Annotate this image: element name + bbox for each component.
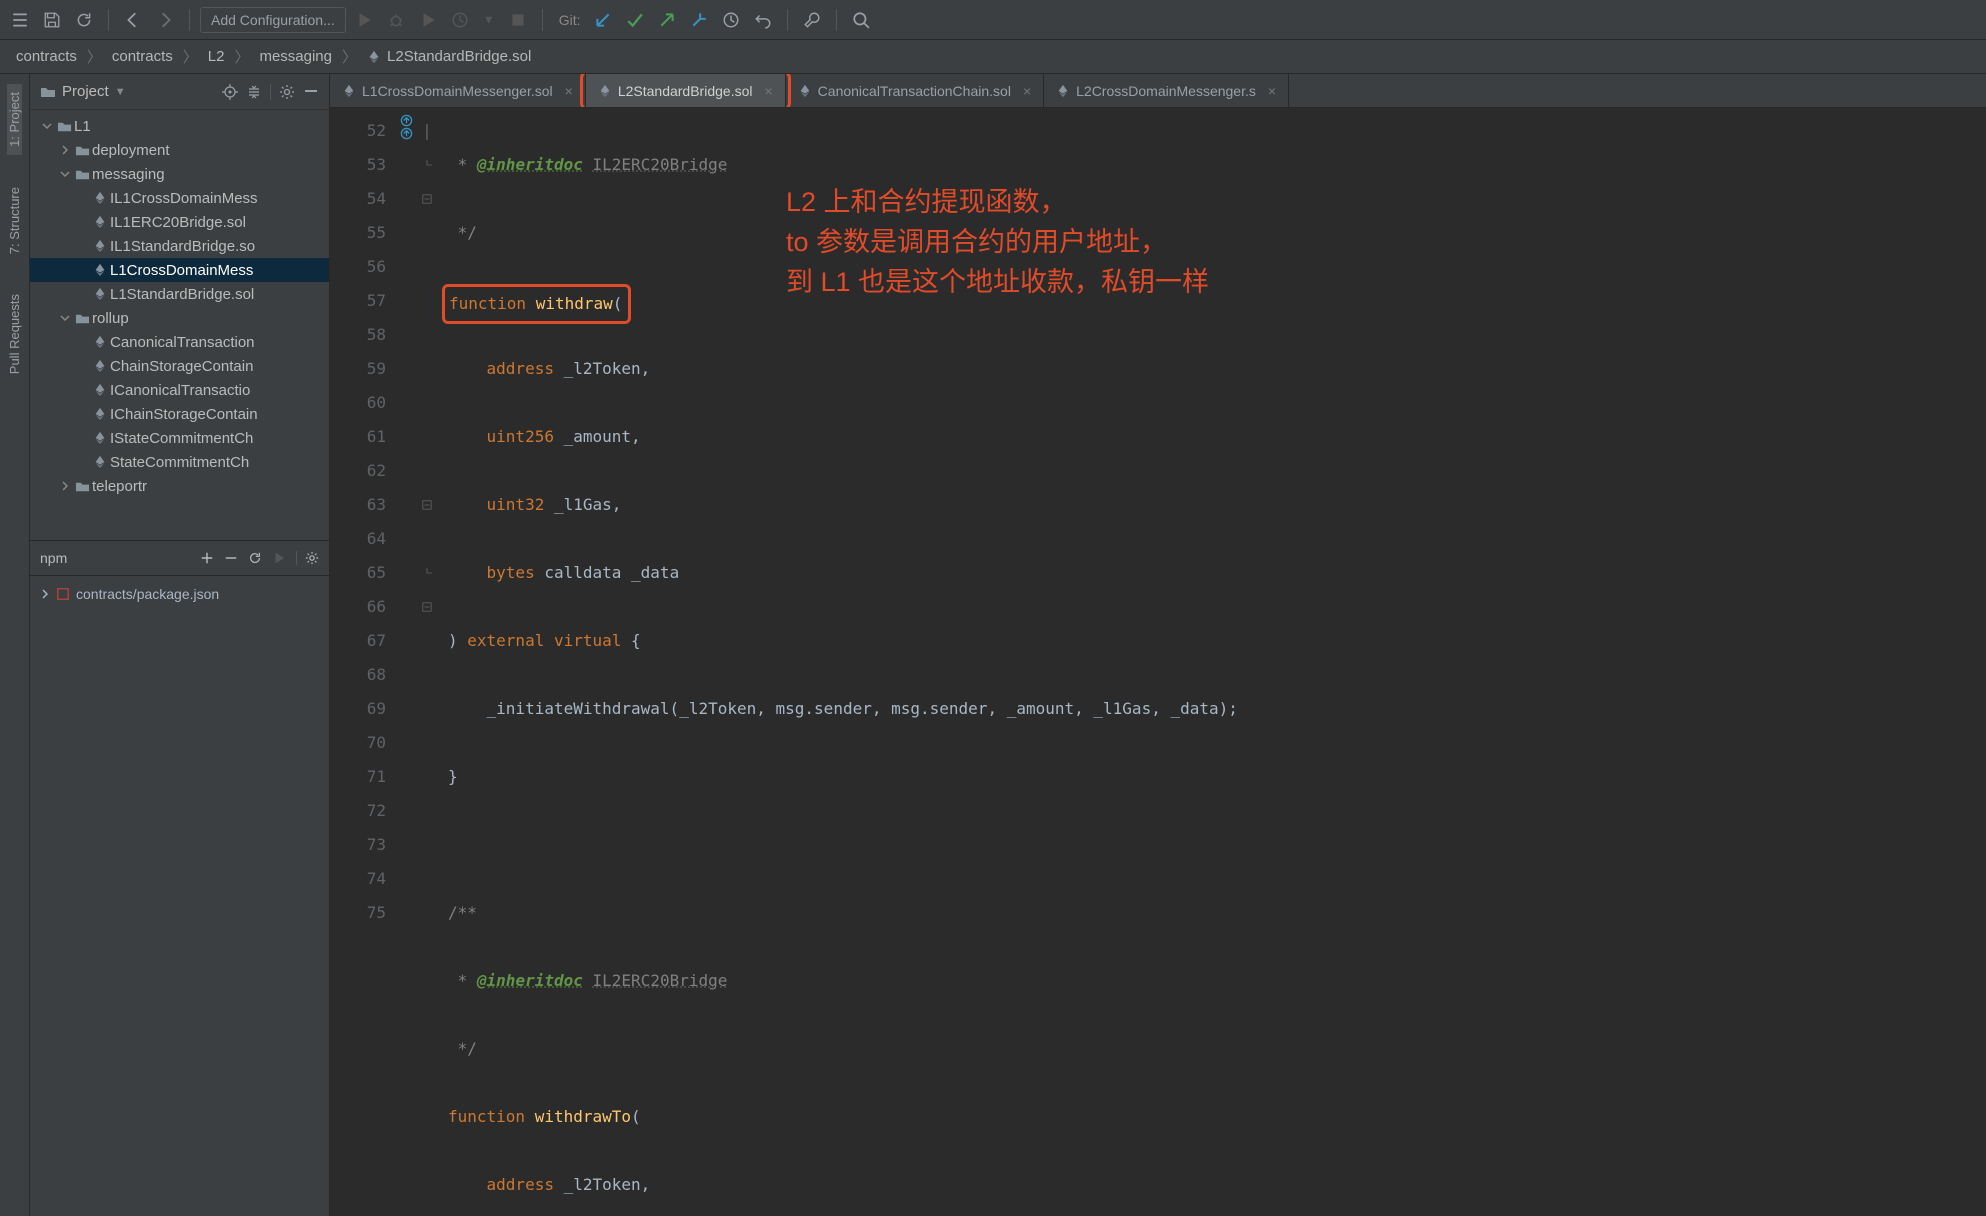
tree-item[interactable]: StateCommitmentCh <box>30 450 329 474</box>
tool-tab-structure[interactable]: 7: Structure <box>7 179 22 262</box>
stop-icon[interactable] <box>504 6 532 34</box>
nav-back-icon[interactable] <box>119 6 147 34</box>
breadcrumb: contracts〉 contracts〉 L2〉 messaging〉 L2S… <box>0 40 1986 74</box>
tool-tab-pull-requests[interactable]: Pull Requests <box>7 286 22 382</box>
git-update-icon[interactable] <box>589 6 617 34</box>
git-push-icon[interactable] <box>653 6 681 34</box>
left-tool-strip: 1: Project 7: Structure Pull Requests <box>0 74 30 1216</box>
refresh-icon[interactable] <box>70 6 98 34</box>
npm-run-icon[interactable] <box>272 551 286 565</box>
npm-remove-icon[interactable] <box>224 551 238 565</box>
git-label: Git: <box>559 12 581 28</box>
project-tree[interactable]: L1deploymentmessagingIL1CrossDomainMessI… <box>30 110 329 540</box>
npm-settings-icon[interactable] <box>296 551 319 565</box>
fold-gutter[interactable]: | <box>418 108 436 1216</box>
tree-item[interactable]: ChainStorageContain <box>30 354 329 378</box>
project-view-dropdown[interactable]: Project ▼ <box>40 83 126 100</box>
editor-tab[interactable]: CanonicalTransactionChain.sol× <box>786 74 1044 107</box>
debug-icon[interactable] <box>382 6 410 34</box>
run-dropdown-icon[interactable]: ▾ <box>478 6 500 34</box>
tree-item[interactable]: IL1ERC20Bridge.sol <box>30 210 329 234</box>
close-tab-icon[interactable]: × <box>764 83 772 99</box>
tree-item[interactable]: teleportr <box>30 474 329 498</box>
hide-panel-icon[interactable] <box>303 84 319 100</box>
collapse-all-icon[interactable] <box>246 84 262 100</box>
editor-tab[interactable]: L2StandardBridge.sol× <box>586 74 786 107</box>
tree-item[interactable]: messaging <box>30 162 329 186</box>
crumb[interactable]: L2 <box>208 48 225 65</box>
crumb[interactable]: contracts <box>16 48 77 65</box>
panel-settings-icon[interactable] <box>270 84 295 100</box>
editor-area: L1CrossDomainMessenger.sol×L2StandardBri… <box>330 74 1986 1216</box>
marker-gutter <box>400 108 418 1216</box>
close-tab-icon[interactable]: × <box>1268 83 1276 99</box>
tool-tab-project[interactable]: 1: Project <box>7 84 22 155</box>
editor-tab[interactable]: L1CrossDomainMessenger.sol× <box>330 74 586 107</box>
run-icon[interactable] <box>350 6 378 34</box>
crumb-file[interactable]: L2StandardBridge.sol <box>367 48 531 65</box>
crumb[interactable]: messaging <box>259 48 332 65</box>
close-tab-icon[interactable]: × <box>1023 83 1031 99</box>
tree-item[interactable]: deployment <box>30 138 329 162</box>
tree-item[interactable]: ICanonicalTransactio <box>30 378 329 402</box>
tree-item[interactable]: L1StandardBridge.sol <box>30 282 329 306</box>
tree-item[interactable]: rollup <box>30 306 329 330</box>
save-icon[interactable] <box>38 6 66 34</box>
tree-item[interactable]: IChainStorageContain <box>30 402 329 426</box>
git-history-icon[interactable] <box>717 6 745 34</box>
override-marker-icon[interactable] <box>400 114 413 127</box>
project-sidebar: Project ▼ L1deploymentmessagingIL1CrossD… <box>30 74 330 1216</box>
code-editor[interactable]: * @inheritdoc IL2ERC20Bridge */ function… <box>436 108 1986 1216</box>
main-toolbar: Add Configuration... ▾ Git: <box>0 0 1986 40</box>
settings-icon[interactable] <box>798 6 826 34</box>
nav-forward-icon[interactable] <box>151 6 179 34</box>
tree-item[interactable]: IL1CrossDomainMess <box>30 186 329 210</box>
tree-item[interactable]: IL1StandardBridge.so <box>30 234 329 258</box>
git-rollback-icon[interactable] <box>749 6 777 34</box>
git-branch-icon[interactable] <box>685 6 713 34</box>
git-commit-icon[interactable] <box>621 6 649 34</box>
run-config-dropdown[interactable]: Add Configuration... <box>200 7 346 33</box>
tree-item[interactable]: L1CrossDomainMess <box>30 258 329 282</box>
locate-icon[interactable] <box>222 84 238 100</box>
coverage-icon[interactable] <box>414 6 442 34</box>
tree-item[interactable]: CanonicalTransaction <box>30 330 329 354</box>
tree-item[interactable]: L1 <box>30 114 329 138</box>
editor-tabs: L1CrossDomainMessenger.sol×L2StandardBri… <box>330 74 1986 108</box>
npm-package-item[interactable]: contracts/package.json <box>30 582 329 606</box>
editor-tab[interactable]: L2CrossDomainMessenger.s× <box>1044 74 1289 107</box>
line-number-gutter: 5253545556575859606162636465666768697071… <box>330 108 400 1216</box>
profile-icon[interactable] <box>446 6 474 34</box>
override-marker-icon[interactable] <box>400 127 413 140</box>
npm-refresh-icon[interactable] <box>248 551 262 565</box>
menu-icon[interactable] <box>6 6 34 34</box>
search-everywhere-icon[interactable] <box>847 6 875 34</box>
npm-title: npm <box>40 550 67 566</box>
tree-item[interactable]: IStateCommitmentCh <box>30 426 329 450</box>
close-tab-icon[interactable]: × <box>565 83 573 99</box>
npm-add-icon[interactable] <box>200 551 214 565</box>
npm-panel-header: npm <box>30 540 329 576</box>
crumb[interactable]: contracts <box>112 48 173 65</box>
